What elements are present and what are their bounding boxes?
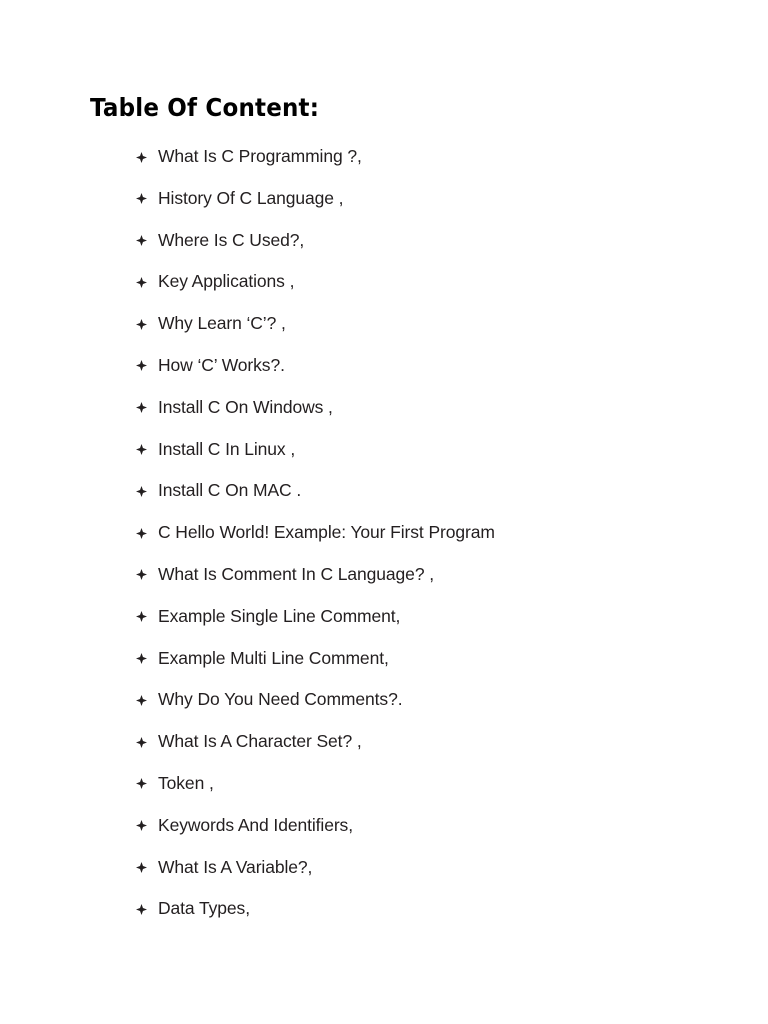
diamond-bullet-icon — [136, 729, 158, 754]
list-item-label: What Is A Variable?, — [158, 856, 313, 877]
diamond-bullet-icon — [136, 353, 158, 378]
diamond-bullet-icon — [136, 478, 158, 503]
diamond-bullet-icon — [136, 144, 158, 169]
diamond-bullet-icon — [136, 311, 158, 336]
diamond-bullet-icon — [136, 437, 158, 462]
list-item[interactable]: Key Applications , — [136, 269, 736, 311]
list-item[interactable]: Install C In Linux , — [136, 437, 736, 479]
diamond-bullet-icon — [136, 771, 158, 796]
table-of-contents-list: What Is C Programming ?, History Of C Lan… — [136, 144, 736, 938]
diamond-bullet-icon — [136, 562, 158, 587]
list-item-label: Why Learn ‘C’? , — [158, 313, 286, 334]
list-item[interactable]: Token , — [136, 771, 736, 813]
list-item-label: Install C On MAC . — [158, 480, 302, 501]
diamond-bullet-icon — [136, 228, 158, 253]
list-item-label: What Is A Character Set? , — [158, 731, 362, 752]
list-item-label: Keywords And Identifiers, — [158, 814, 353, 835]
list-item[interactable]: C Hello World! Example: Your First Progr… — [136, 520, 736, 562]
diamond-bullet-icon — [136, 520, 158, 545]
diamond-bullet-icon — [136, 604, 158, 629]
list-item[interactable]: Install C On Windows , — [136, 395, 736, 437]
list-item[interactable]: What Is Comment In C Language? , — [136, 562, 736, 604]
list-item-label: Data Types, — [158, 898, 250, 919]
list-item[interactable]: Where Is C Used?, — [136, 228, 736, 270]
list-item[interactable]: What Is A Variable?, — [136, 855, 736, 897]
list-item-label: Install C On Windows , — [158, 396, 333, 417]
list-item-label: Example Multi Line Comment, — [158, 647, 389, 668]
diamond-bullet-icon — [136, 855, 158, 880]
list-item-label: Why Do You Need Comments?. — [158, 689, 403, 710]
list-item-label: Install C In Linux , — [158, 438, 296, 459]
list-item-label: Where Is C Used?, — [158, 229, 305, 250]
diamond-bullet-icon — [136, 896, 158, 921]
list-item[interactable]: Install C On MAC . — [136, 478, 736, 520]
list-item[interactable]: Data Types, — [136, 896, 736, 938]
diamond-bullet-icon — [136, 687, 158, 712]
list-item[interactable]: Why Learn ‘C’? , — [136, 311, 736, 353]
list-item[interactable]: How ‘C’ Works?. — [136, 353, 736, 395]
list-item[interactable]: Example Multi Line Comment, — [136, 646, 736, 688]
diamond-bullet-icon — [136, 646, 158, 671]
list-item[interactable]: History Of C Language , — [136, 186, 736, 228]
diamond-bullet-icon — [136, 813, 158, 838]
list-item[interactable]: Keywords And Identifiers, — [136, 813, 736, 855]
diamond-bullet-icon — [136, 186, 158, 211]
list-item-label: How ‘C’ Works?. — [158, 354, 285, 375]
document-page: Table Of Content: What Is C Programming … — [0, 0, 768, 1024]
list-item-label: What Is C Programming ?, — [158, 146, 362, 166]
list-item-label: Key Applications , — [158, 271, 295, 292]
list-item[interactable]: Example Single Line Comment, — [136, 604, 736, 646]
diamond-bullet-icon — [136, 269, 158, 294]
list-item-label: C Hello World! Example: Your First Progr… — [158, 522, 495, 543]
list-item[interactable]: Why Do You Need Comments?. — [136, 687, 736, 729]
list-item[interactable]: What Is C Programming ?, — [136, 144, 736, 186]
list-item-label: Example Single Line Comment, — [158, 605, 401, 626]
list-item-label: Token , — [158, 772, 214, 793]
list-item-label: What Is Comment In C Language? , — [158, 563, 434, 584]
diamond-bullet-icon — [136, 395, 158, 420]
list-item-label: History Of C Language , — [158, 187, 344, 208]
page-title: Table Of Content: — [90, 93, 320, 122]
list-item[interactable]: What Is A Character Set? , — [136, 729, 736, 771]
